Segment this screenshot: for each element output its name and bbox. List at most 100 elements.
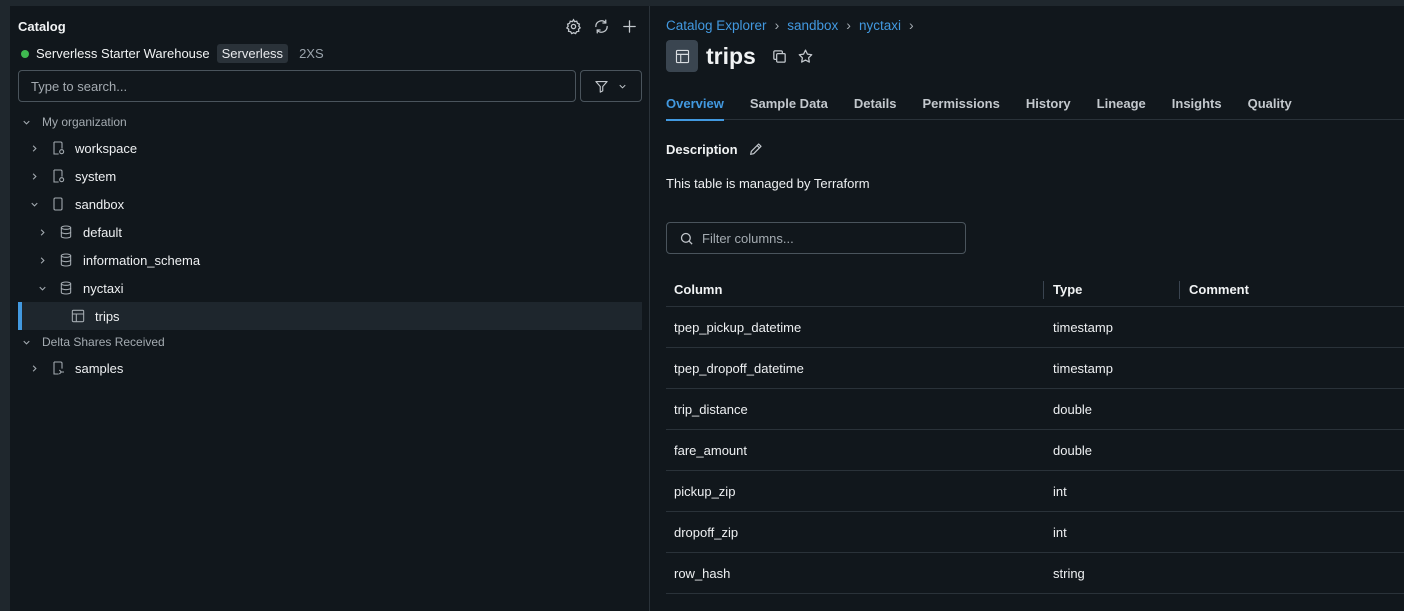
chevron-right-icon <box>34 252 50 268</box>
filter-icon <box>595 80 608 93</box>
catalog-icon <box>49 167 67 185</box>
tree-item-workspace[interactable]: workspace <box>18 134 642 162</box>
refresh-icon[interactable] <box>591 16 611 36</box>
sidebar-actions <box>563 16 639 36</box>
cell-column-comment[interactable] <box>1180 471 1404 511</box>
pencil-icon[interactable] <box>748 141 764 157</box>
cell-column-comment[interactable] <box>1180 512 1404 552</box>
warehouse-badge: Serverless <box>216 44 289 63</box>
cell-column-comment[interactable] <box>1180 553 1404 593</box>
shared-catalog-icon <box>49 359 67 377</box>
tree-item-information-schema[interactable]: information_schema <box>18 246 642 274</box>
tree-item-label: information_schema <box>83 252 201 268</box>
chevron-down-icon <box>26 196 42 212</box>
warehouse-size: 2XS <box>299 46 324 61</box>
cell-column-name: pickup_zip <box>674 483 736 499</box>
tree-item-default[interactable]: default <box>18 218 642 246</box>
chevron-down-icon <box>18 334 34 350</box>
chevron-down-icon <box>34 280 50 296</box>
tab-insights[interactable]: Insights <box>1172 96 1222 120</box>
copy-icon[interactable] <box>770 46 790 66</box>
cell-column-name: dropoff_zip <box>674 524 739 540</box>
chevron-down-icon <box>18 114 34 130</box>
cell-column-type: timestamp <box>1053 360 1113 376</box>
chevron-right-icon <box>26 140 42 156</box>
warehouse-selector[interactable]: Serverless Starter Warehouse Serverless … <box>21 44 324 63</box>
tree-item-label: Delta Shares Received <box>42 335 165 349</box>
chevron-down-icon <box>619 84 626 89</box>
description-label: Description <box>666 141 738 157</box>
cell-column-type: string <box>1053 565 1085 581</box>
selection-indicator <box>18 302 22 330</box>
catalog-icon <box>49 139 67 157</box>
status-dot <box>21 49 29 58</box>
table-row: dropoff_zip int <box>666 512 1404 553</box>
tree-item-trips[interactable]: trips <box>18 302 642 330</box>
cell-column-comment[interactable] <box>1180 430 1404 470</box>
page-title: trips <box>706 42 756 69</box>
search-icon <box>680 232 693 245</box>
column-header-comment[interactable]: Comment <box>1180 272 1404 306</box>
tree-item-sandbox[interactable]: sandbox <box>18 190 642 218</box>
gear-icon[interactable] <box>563 16 583 36</box>
table-row: pickup_zip int <box>666 471 1404 512</box>
main-content: Catalog Explorer › sandbox › nyctaxi › t… <box>650 6 1404 611</box>
filter-columns-field[interactable] <box>666 222 966 254</box>
table-row: row_hash string <box>666 553 1404 594</box>
description-header: Description <box>666 141 764 157</box>
filter-columns-input[interactable] <box>702 230 952 246</box>
columns-table: Column Type Comment tpep_pickup_datetime… <box>666 272 1404 594</box>
breadcrumb-separator: › <box>846 17 851 33</box>
tree-item-label: default <box>83 224 123 240</box>
breadcrumb-separator: › <box>908 17 914 33</box>
chevron-right-icon <box>34 224 50 240</box>
table-icon <box>666 40 698 72</box>
tree-item-label: sandbox <box>75 196 125 212</box>
schema-icon <box>57 223 75 241</box>
cell-column-comment[interactable] <box>1180 389 1404 429</box>
table-row: tpep_dropoff_datetime timestamp <box>666 348 1404 389</box>
cell-column-type: int <box>1053 483 1067 499</box>
cell-column-type: double <box>1053 442 1093 458</box>
tab-history[interactable]: History <box>1026 96 1071 120</box>
cell-column-comment[interactable] <box>1180 307 1404 347</box>
page-header: trips <box>666 40 816 72</box>
tab-details[interactable]: Details <box>854 96 897 120</box>
table-row: fare_amount double <box>666 430 1404 471</box>
plus-icon[interactable] <box>619 16 639 36</box>
cell-column-name: tpep_dropoff_datetime <box>674 360 804 376</box>
catalog-search-input[interactable] <box>18 70 576 102</box>
tree-item-label: My organization <box>42 115 127 129</box>
tab-lineage[interactable]: Lineage <box>1097 96 1146 120</box>
star-icon[interactable] <box>796 46 816 66</box>
tab-quality[interactable]: Quality <box>1248 96 1292 120</box>
cell-column-type: double <box>1053 401 1093 417</box>
cell-column-type: timestamp <box>1053 319 1113 335</box>
warehouse-name: Serverless Starter Warehouse <box>36 46 210 61</box>
tree-item-nyctaxi[interactable]: nyctaxi <box>18 274 642 302</box>
sidebar-title: Catalog <box>18 19 66 34</box>
table-icon <box>69 307 87 325</box>
tree-item-samples[interactable]: samples <box>18 354 642 382</box>
cell-column-comment[interactable] <box>1180 348 1404 388</box>
breadcrumb-sandbox[interactable]: sandbox <box>787 18 838 33</box>
breadcrumb-nyctaxi[interactable]: nyctaxi <box>859 18 901 33</box>
filter-button[interactable] <box>580 70 642 102</box>
table-header: Column Type Comment <box>666 272 1404 307</box>
tree-item-label: trips <box>95 308 120 324</box>
tree-item-label: nyctaxi <box>83 280 124 296</box>
tab-overview[interactable]: Overview <box>666 96 724 121</box>
column-header-column[interactable]: Column <box>666 272 1044 306</box>
tab-sample-data[interactable]: Sample Data <box>750 96 828 120</box>
column-header-type[interactable]: Type <box>1044 272 1180 306</box>
tree-section-delta-shares[interactable]: Delta Shares Received <box>18 328 642 356</box>
catalog-sidebar: Catalog Serverless Starter Warehouse Ser… <box>10 6 650 611</box>
cell-column-name: trip_distance <box>674 401 748 417</box>
tab-permissions[interactable]: Permissions <box>923 96 1000 120</box>
tree-item-system[interactable]: system <box>18 162 642 190</box>
breadcrumb-separator: › <box>774 17 780 33</box>
breadcrumb-catalog-explorer[interactable]: Catalog Explorer <box>666 18 767 33</box>
tree-section-my-organization[interactable]: My organization <box>18 108 642 136</box>
chevron-right-icon <box>26 168 42 184</box>
table-row: trip_distance double <box>666 389 1404 430</box>
